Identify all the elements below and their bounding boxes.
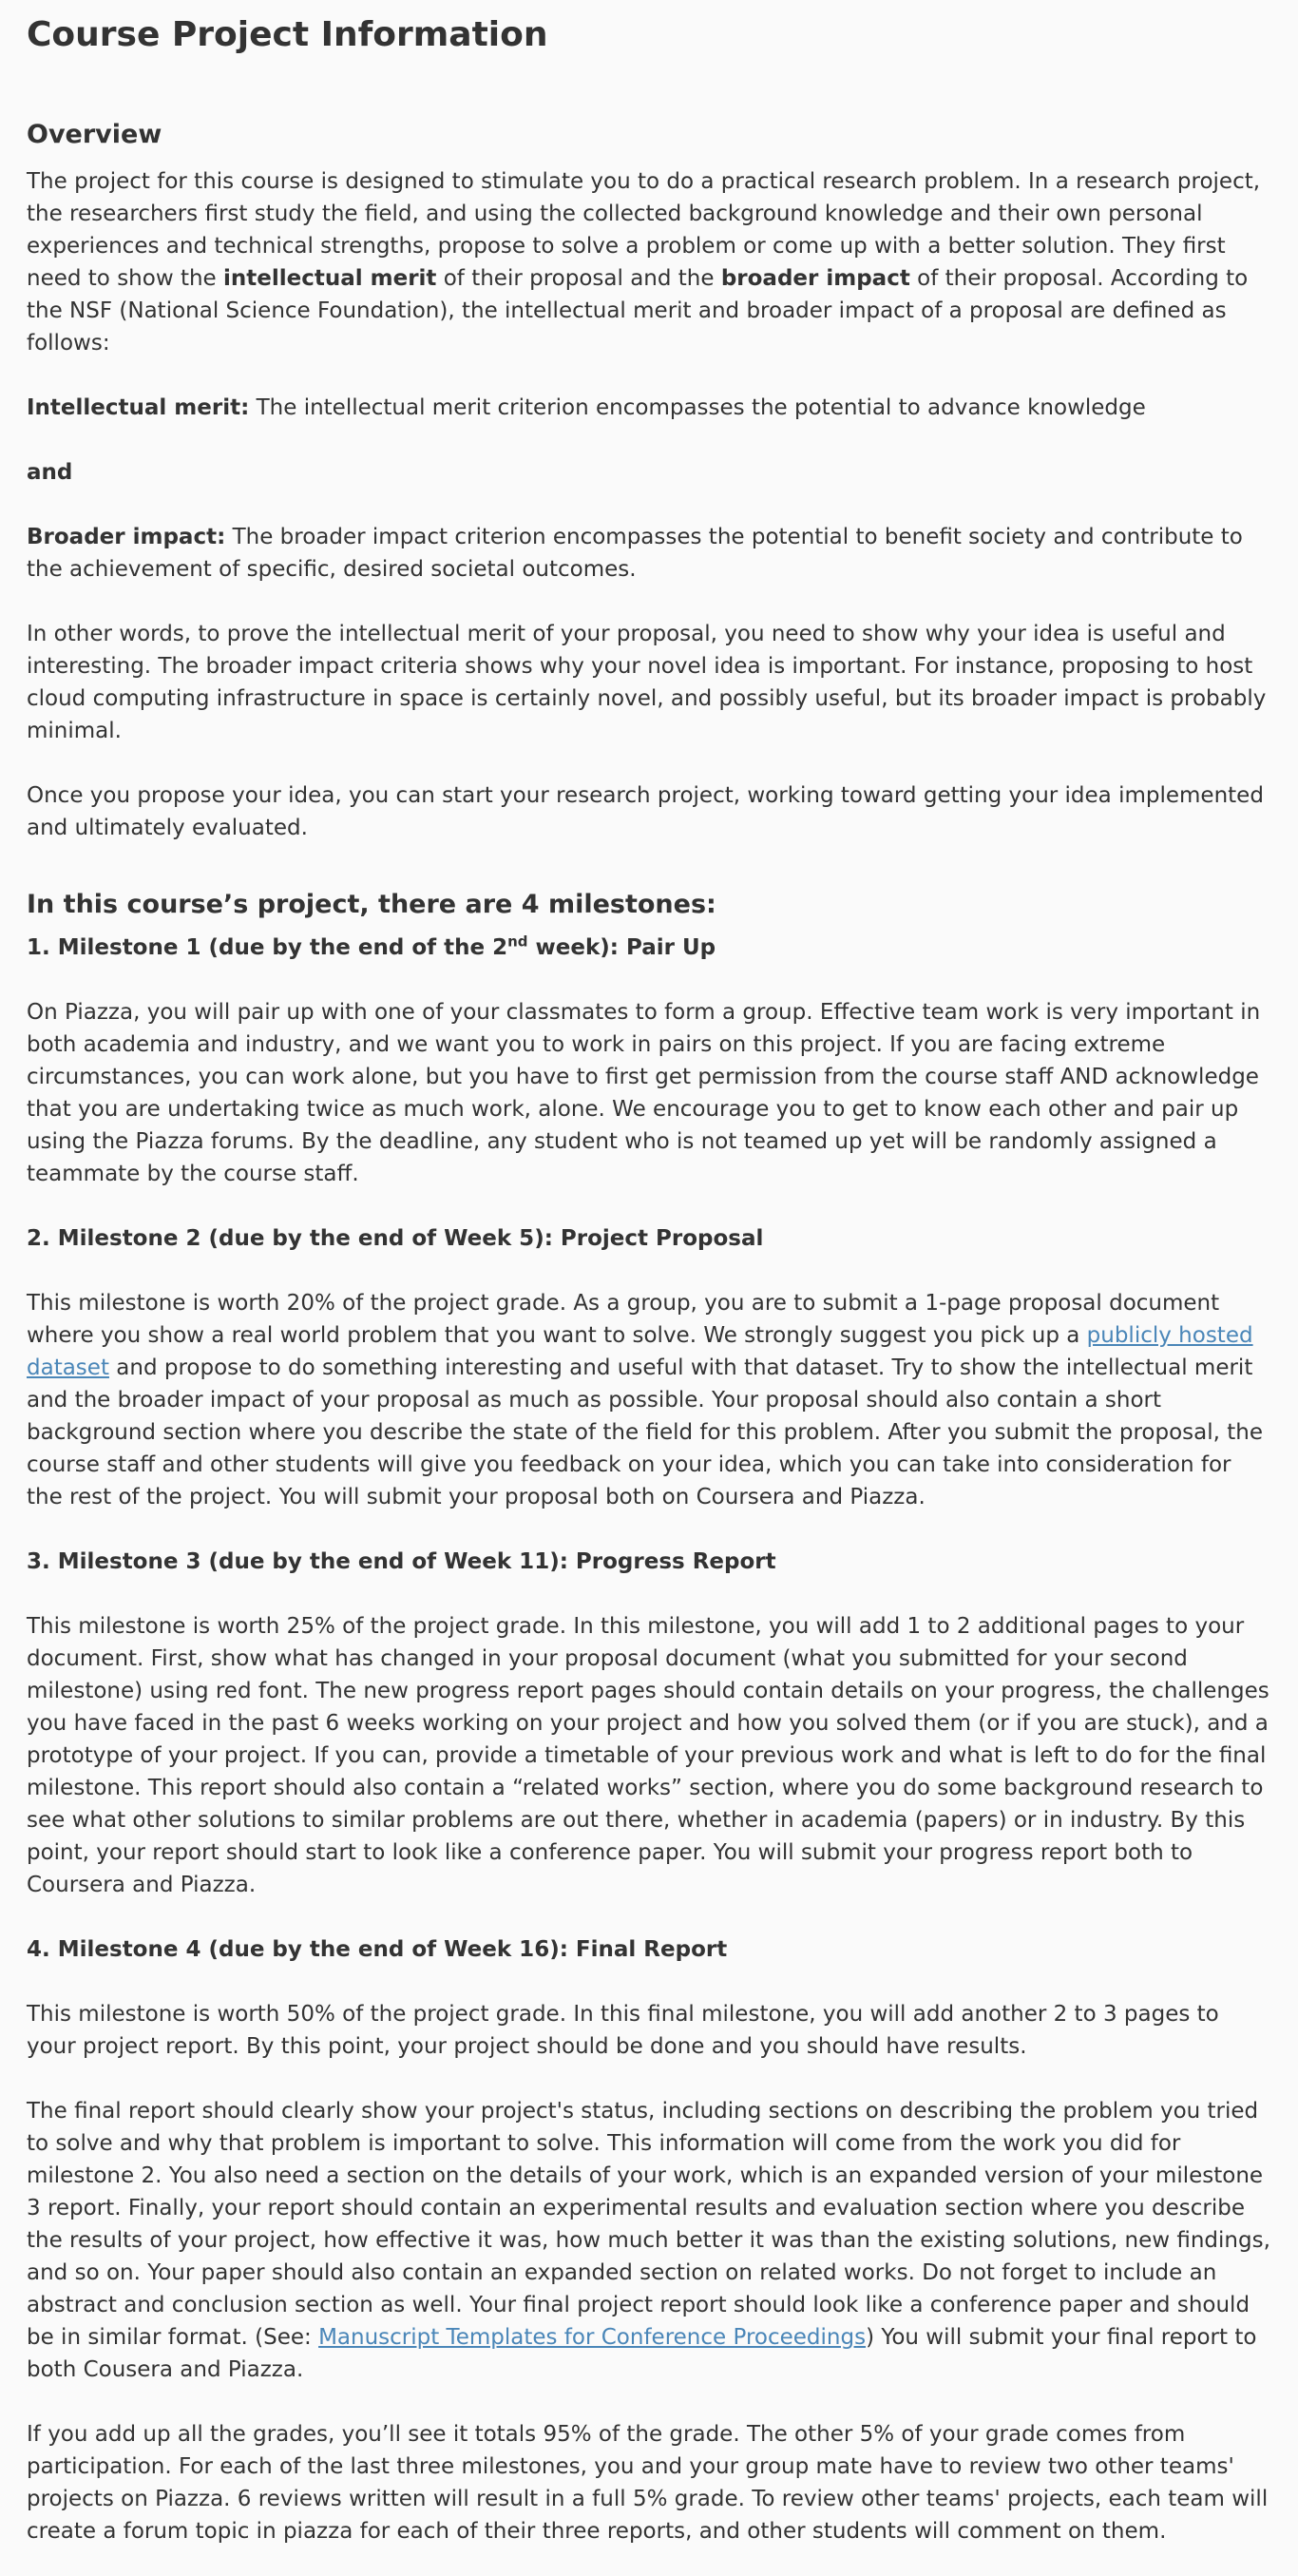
overview-intro-paragraph: The project for this course is designed …	[27, 165, 1271, 359]
once-paragraph: Once you propose your idea, you can star…	[27, 783, 1264, 840]
other-words-paragraph: In other words, to prove the intellectua…	[27, 622, 1267, 743]
milestone-2-body: This milestone is worth 20% of the proje…	[27, 1287, 1271, 1513]
milestones-heading: In this course’s project, there are 4 mi…	[27, 890, 716, 919]
impact-label: Broader impact:	[27, 525, 226, 549]
m1-head-a: 1. Milestone 1 (due by the end of the 2	[27, 935, 508, 960]
overview-heading: Overview	[27, 120, 162, 149]
m1-head-b: week): Pair Up	[527, 935, 716, 960]
page: Course Project Information Overview The …	[0, 0, 1298, 2547]
merit-label: Intellectual merit:	[27, 395, 250, 420]
milestone-3-heading: 3. Milestone 3 (due by the end of Week 1…	[27, 1549, 776, 1574]
merit-text: The intellectual merit criterion encompa…	[249, 395, 1146, 420]
manuscript-templates-link[interactable]: Manuscript Templates for Conference Proc…	[318, 2325, 866, 2350]
closing-paragraph: If you add up all the grades, you’ll see…	[27, 2422, 1269, 2544]
milestone-3-body: This milestone is worth 25% of the proje…	[27, 1614, 1269, 1897]
and-separator: and	[27, 456, 1271, 489]
milestone-2-heading: 2. Milestone 2 (due by the end of Week 5…	[27, 1226, 764, 1251]
intro-bold-impact: broader impact	[720, 266, 910, 291]
m2-body-b: and propose to do something interesting …	[27, 1355, 1263, 1509]
m1-head-sup: nd	[507, 932, 528, 951]
page-title: Course Project Information	[27, 15, 548, 54]
milestone-4-heading: 4. Milestone 4 (due by the end of Week 1…	[27, 1937, 728, 1962]
intro-bold-merit: intellectual merit	[223, 266, 437, 291]
milestone-4-body-1: This milestone is worth 50% of the proje…	[27, 2002, 1219, 2059]
merit-definition: Intellectual merit: The intellectual mer…	[27, 392, 1271, 424]
milestone-1-body: On Piazza, you will pair up with one of …	[27, 1000, 1261, 1186]
m4-body2-a: The final report should clearly show you…	[27, 2099, 1270, 2350]
milestone-4-body-2: The final report should clearly show you…	[27, 2095, 1271, 2386]
intro-text-2: of their proposal and the	[436, 266, 721, 291]
impact-definition: Broader impact: The broader impact crite…	[27, 521, 1271, 586]
milestone-1-heading: 1. Milestone 1 (due by the end of the 2n…	[27, 932, 1271, 964]
and-text: and	[27, 460, 73, 485]
m2-body-a: This milestone is worth 20% of the proje…	[27, 1291, 1220, 1348]
